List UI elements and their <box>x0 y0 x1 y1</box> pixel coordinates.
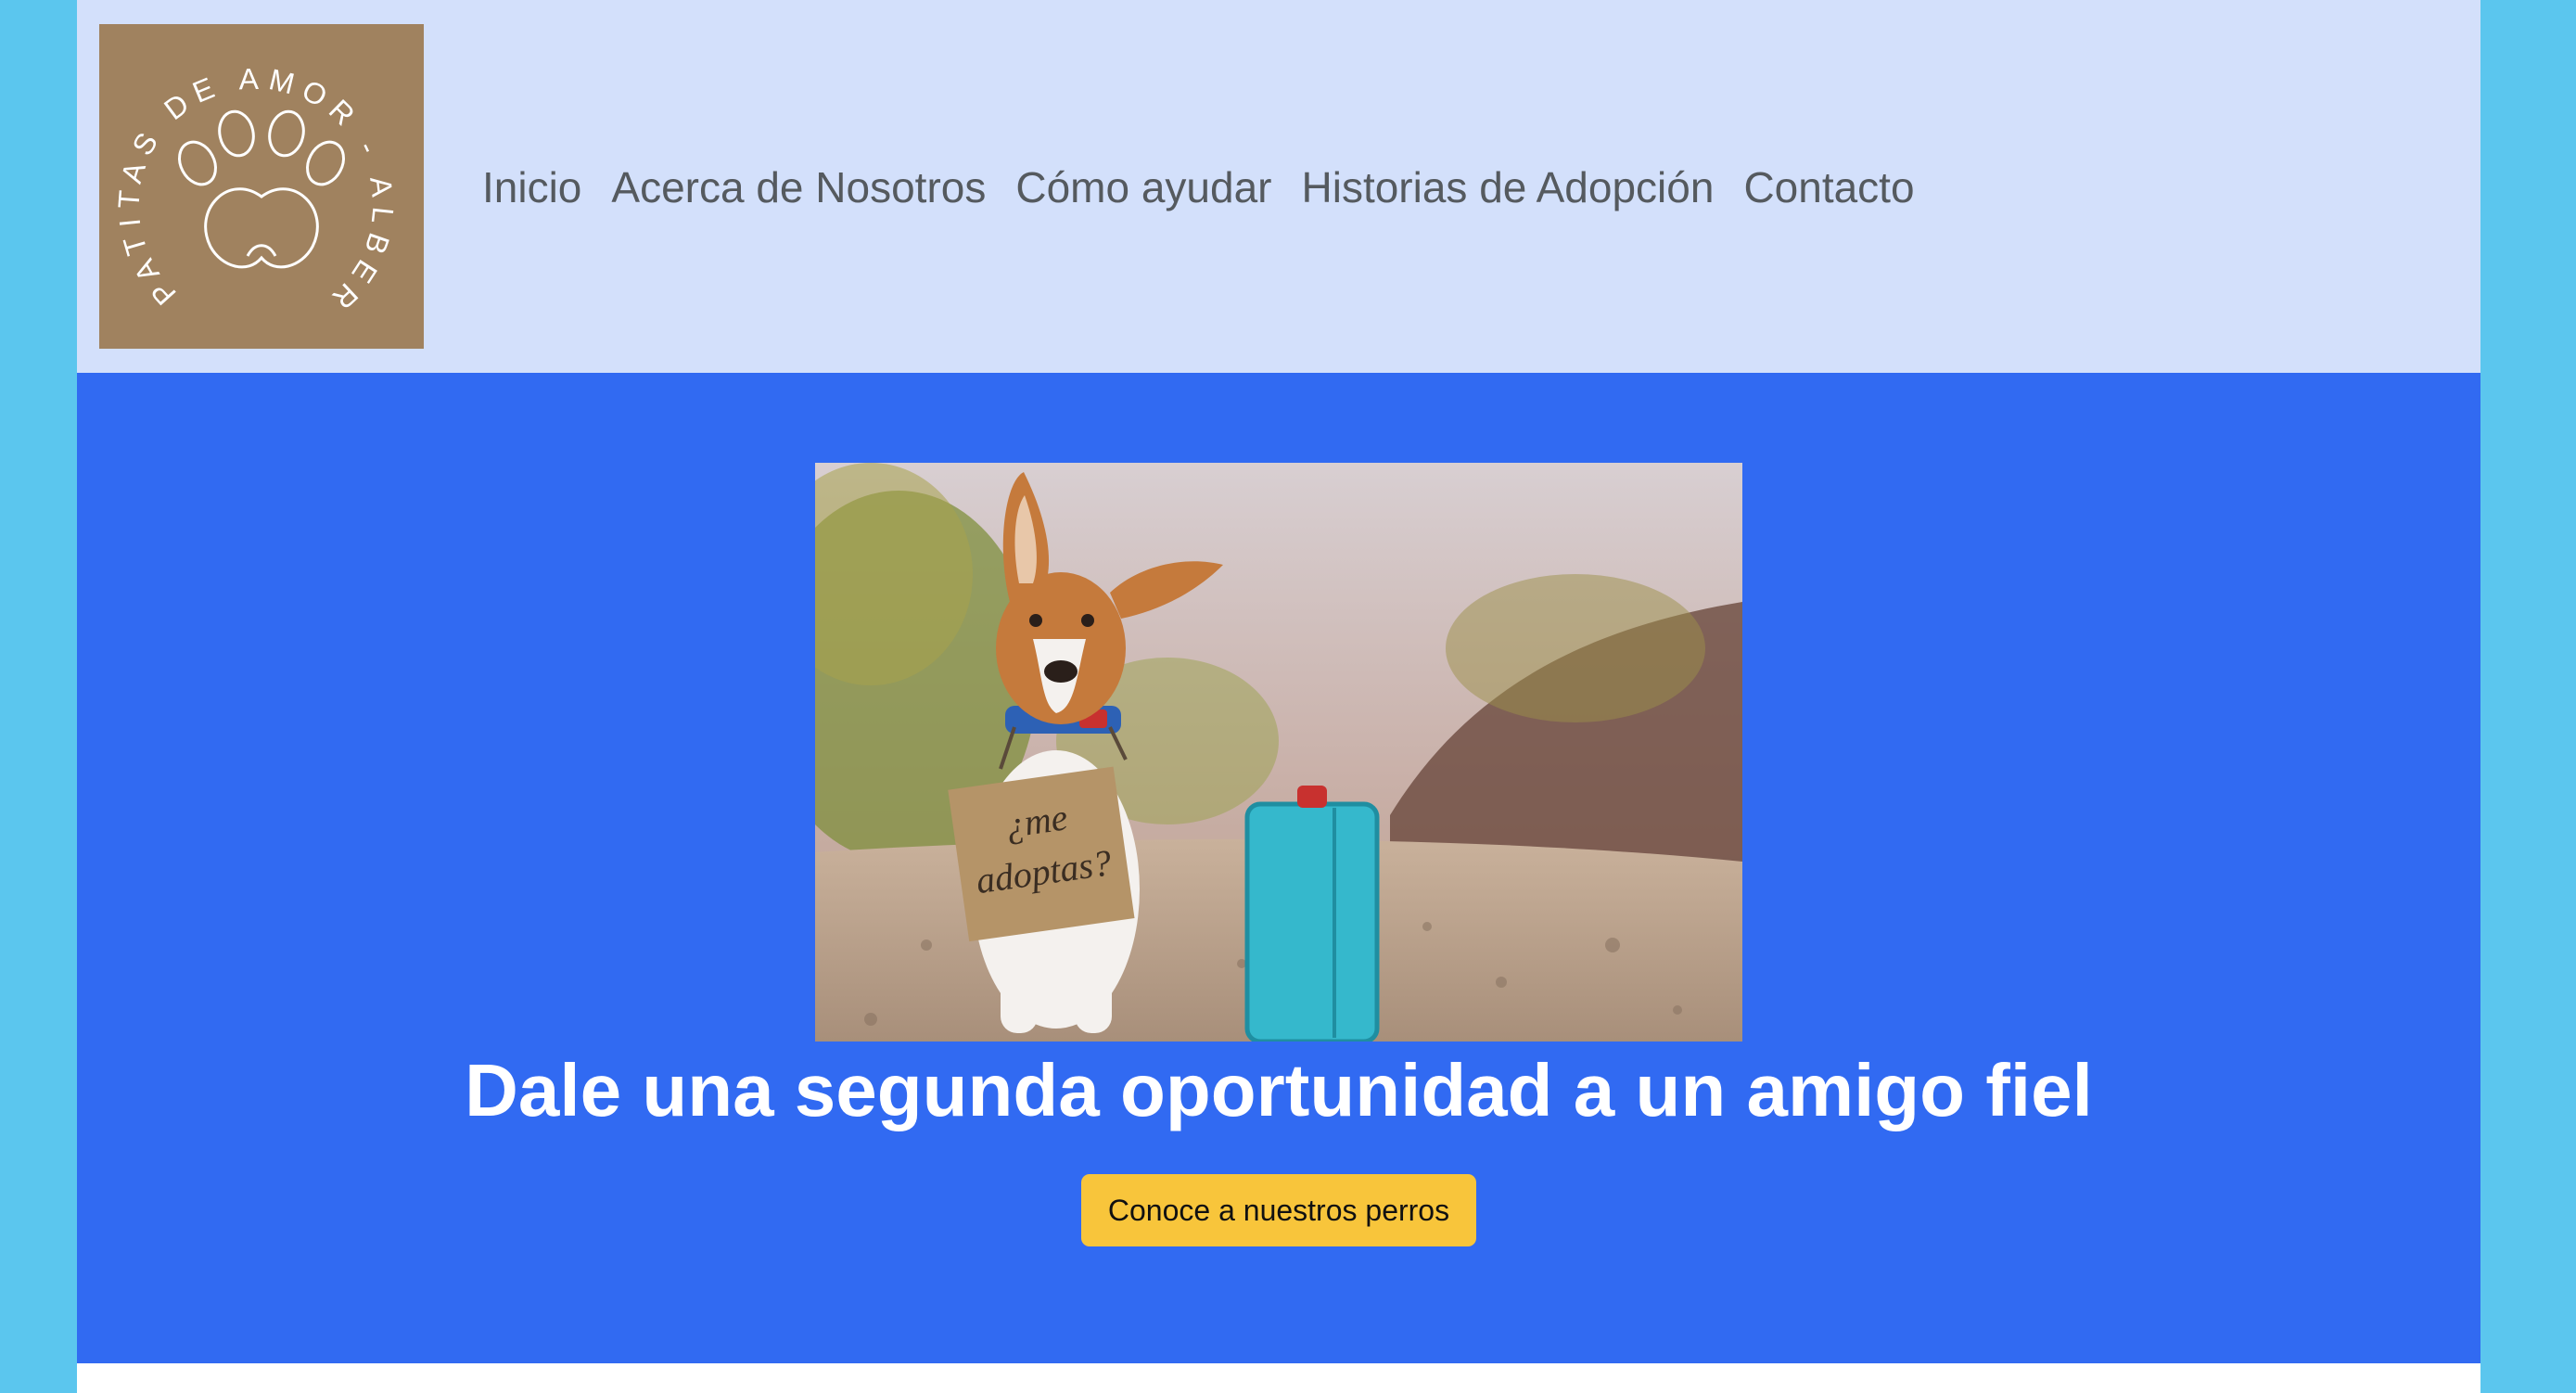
nav-link-historias[interactable]: Historias de Adopción <box>1287 154 1729 221</box>
meet-our-dogs-button[interactable]: Conoce a nuestros perros <box>1081 1174 1476 1246</box>
page: PATITAS DE AMOR - ALBERGUE Inicio Acerca… <box>77 0 2480 1393</box>
hero-image: ¿me adoptas? <box>815 463 1742 1042</box>
site-header: PATITAS DE AMOR - ALBERGUE Inicio Acerca… <box>77 0 2480 373</box>
main-nav: Inicio Acerca de Nosotros Cómo ayudar Hi… <box>467 154 1930 221</box>
nav-link-contacto[interactable]: Contacto <box>1728 154 1929 221</box>
nav-link-inicio[interactable]: Inicio <box>467 154 596 221</box>
nav-link-acerca[interactable]: Acerca de Nosotros <box>596 154 1001 221</box>
hero-title: Dale una segunda oportunidad a un amigo … <box>465 1049 2093 1131</box>
hero-section: ¿me adoptas? Dale una segunda oportunida… <box>77 373 2480 1363</box>
dog-with-suitcase-photo: ¿me adoptas? <box>815 463 1742 1042</box>
nav-link-como-ayudar[interactable]: Cómo ayudar <box>1001 154 1286 221</box>
paw-logo-icon: PATITAS DE AMOR - ALBERGUE <box>99 24 424 349</box>
svg-text:¿me: ¿me <box>1003 796 1070 846</box>
site-logo[interactable]: PATITAS DE AMOR - ALBERGUE <box>99 24 424 349</box>
